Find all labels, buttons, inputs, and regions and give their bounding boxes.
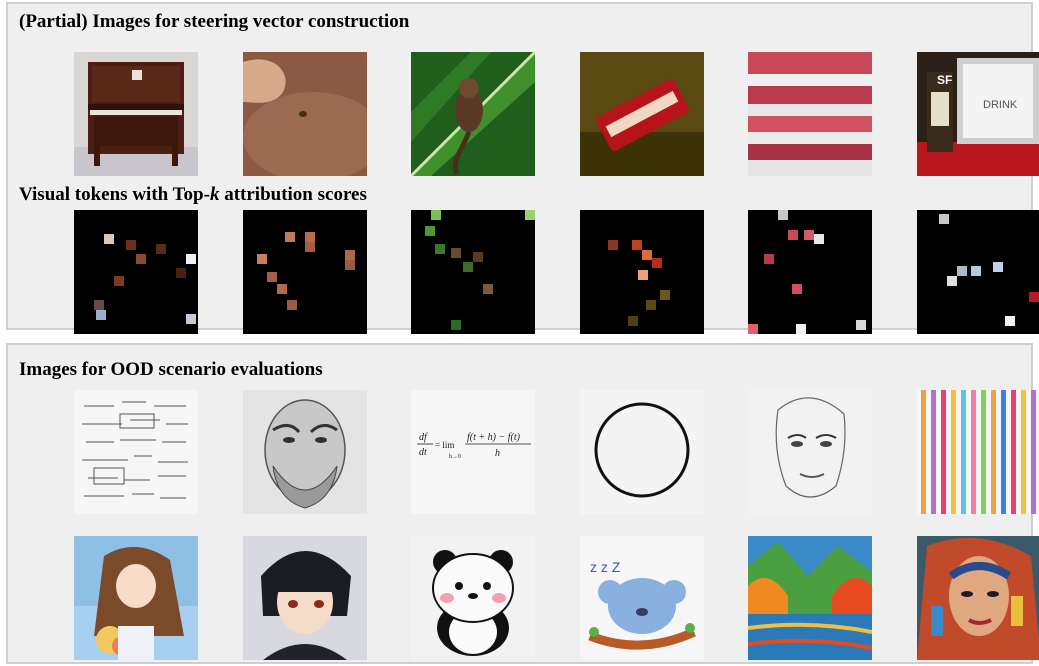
snack-bag-tokens-image	[580, 210, 704, 334]
anime-girl-image	[74, 536, 198, 660]
tokens-subtitle: Visual tokens with Top-k attribution sco…	[19, 184, 367, 205]
panda-graphic	[411, 536, 535, 660]
color-stripes-graphic	[917, 390, 1039, 514]
drink-sign-image: SF DRINK	[917, 52, 1039, 176]
math-notes-graphic	[74, 390, 198, 514]
sleeping-koala-graphic: z z Z	[580, 536, 704, 660]
circle-graphic	[580, 390, 704, 514]
piano-graphic	[74, 52, 198, 176]
landscape-painting-graphic	[748, 536, 872, 660]
anime-girl-graphic	[74, 536, 198, 660]
piano-tokens-image	[74, 210, 198, 334]
snack-bag-image	[580, 52, 704, 176]
hand-image	[243, 52, 367, 176]
formula-lhs-den: dt	[419, 447, 427, 458]
sleeping-koala-image: z z Z	[580, 536, 704, 660]
color-stripes-image	[917, 390, 1039, 514]
math-notes-image	[74, 390, 198, 514]
formula-lim-sub: h→0	[449, 454, 461, 460]
old-man-sketch-graphic	[243, 390, 367, 514]
steering-panel: (Partial) Images for steering vector con…	[6, 2, 1039, 334]
monkey-graphic	[411, 52, 535, 176]
drink-sign-tokens-image	[917, 210, 1039, 334]
hand-tokens-image	[243, 210, 367, 334]
woman-portrait-image	[917, 536, 1039, 660]
monkey-tokens-image	[411, 210, 535, 334]
steering-title: (Partial) Images for steering vector con…	[19, 11, 410, 32]
ood-panel: Images for OOD scenario evaluations df d…	[6, 343, 1039, 664]
sleep-zzz: z z Z	[590, 559, 621, 575]
woman-sketch-image	[748, 390, 872, 514]
sign-logo: SF	[937, 73, 952, 87]
anime-boy-image	[243, 536, 367, 660]
shelf-image	[748, 52, 872, 176]
derivative-formula-graphic: df dt = lim h→0 f(t + h) − f(t) h	[417, 432, 531, 460]
snack-bag-graphic	[580, 52, 704, 176]
woman-sketch-graphic	[748, 390, 872, 514]
anime-boy-graphic	[243, 536, 367, 660]
circle-image	[580, 390, 704, 514]
piano-image	[74, 52, 198, 176]
sign-title: DRINK	[983, 99, 1018, 111]
ood-title: Images for OOD scenario evaluations	[19, 359, 323, 380]
hand-graphic	[243, 52, 367, 176]
woman-portrait-graphic	[917, 536, 1039, 660]
formula-rhs-num: f(t + h) − f(t)	[467, 432, 521, 443]
formula-rhs-den: h	[495, 448, 500, 459]
formula-eq: = lim	[435, 440, 454, 450]
panda-image	[411, 536, 535, 660]
shelf-graphic	[748, 52, 872, 176]
derivative-formula-image: df dt = lim h→0 f(t + h) − f(t) h	[411, 390, 535, 514]
monkey-image	[411, 52, 535, 176]
shelf-tokens-image	[748, 210, 872, 334]
landscape-painting-image	[748, 536, 872, 660]
old-man-sketch-image	[243, 390, 367, 514]
drink-sign-graphic: SF DRINK	[917, 52, 1039, 176]
formula-lhs-num: df	[419, 432, 428, 443]
